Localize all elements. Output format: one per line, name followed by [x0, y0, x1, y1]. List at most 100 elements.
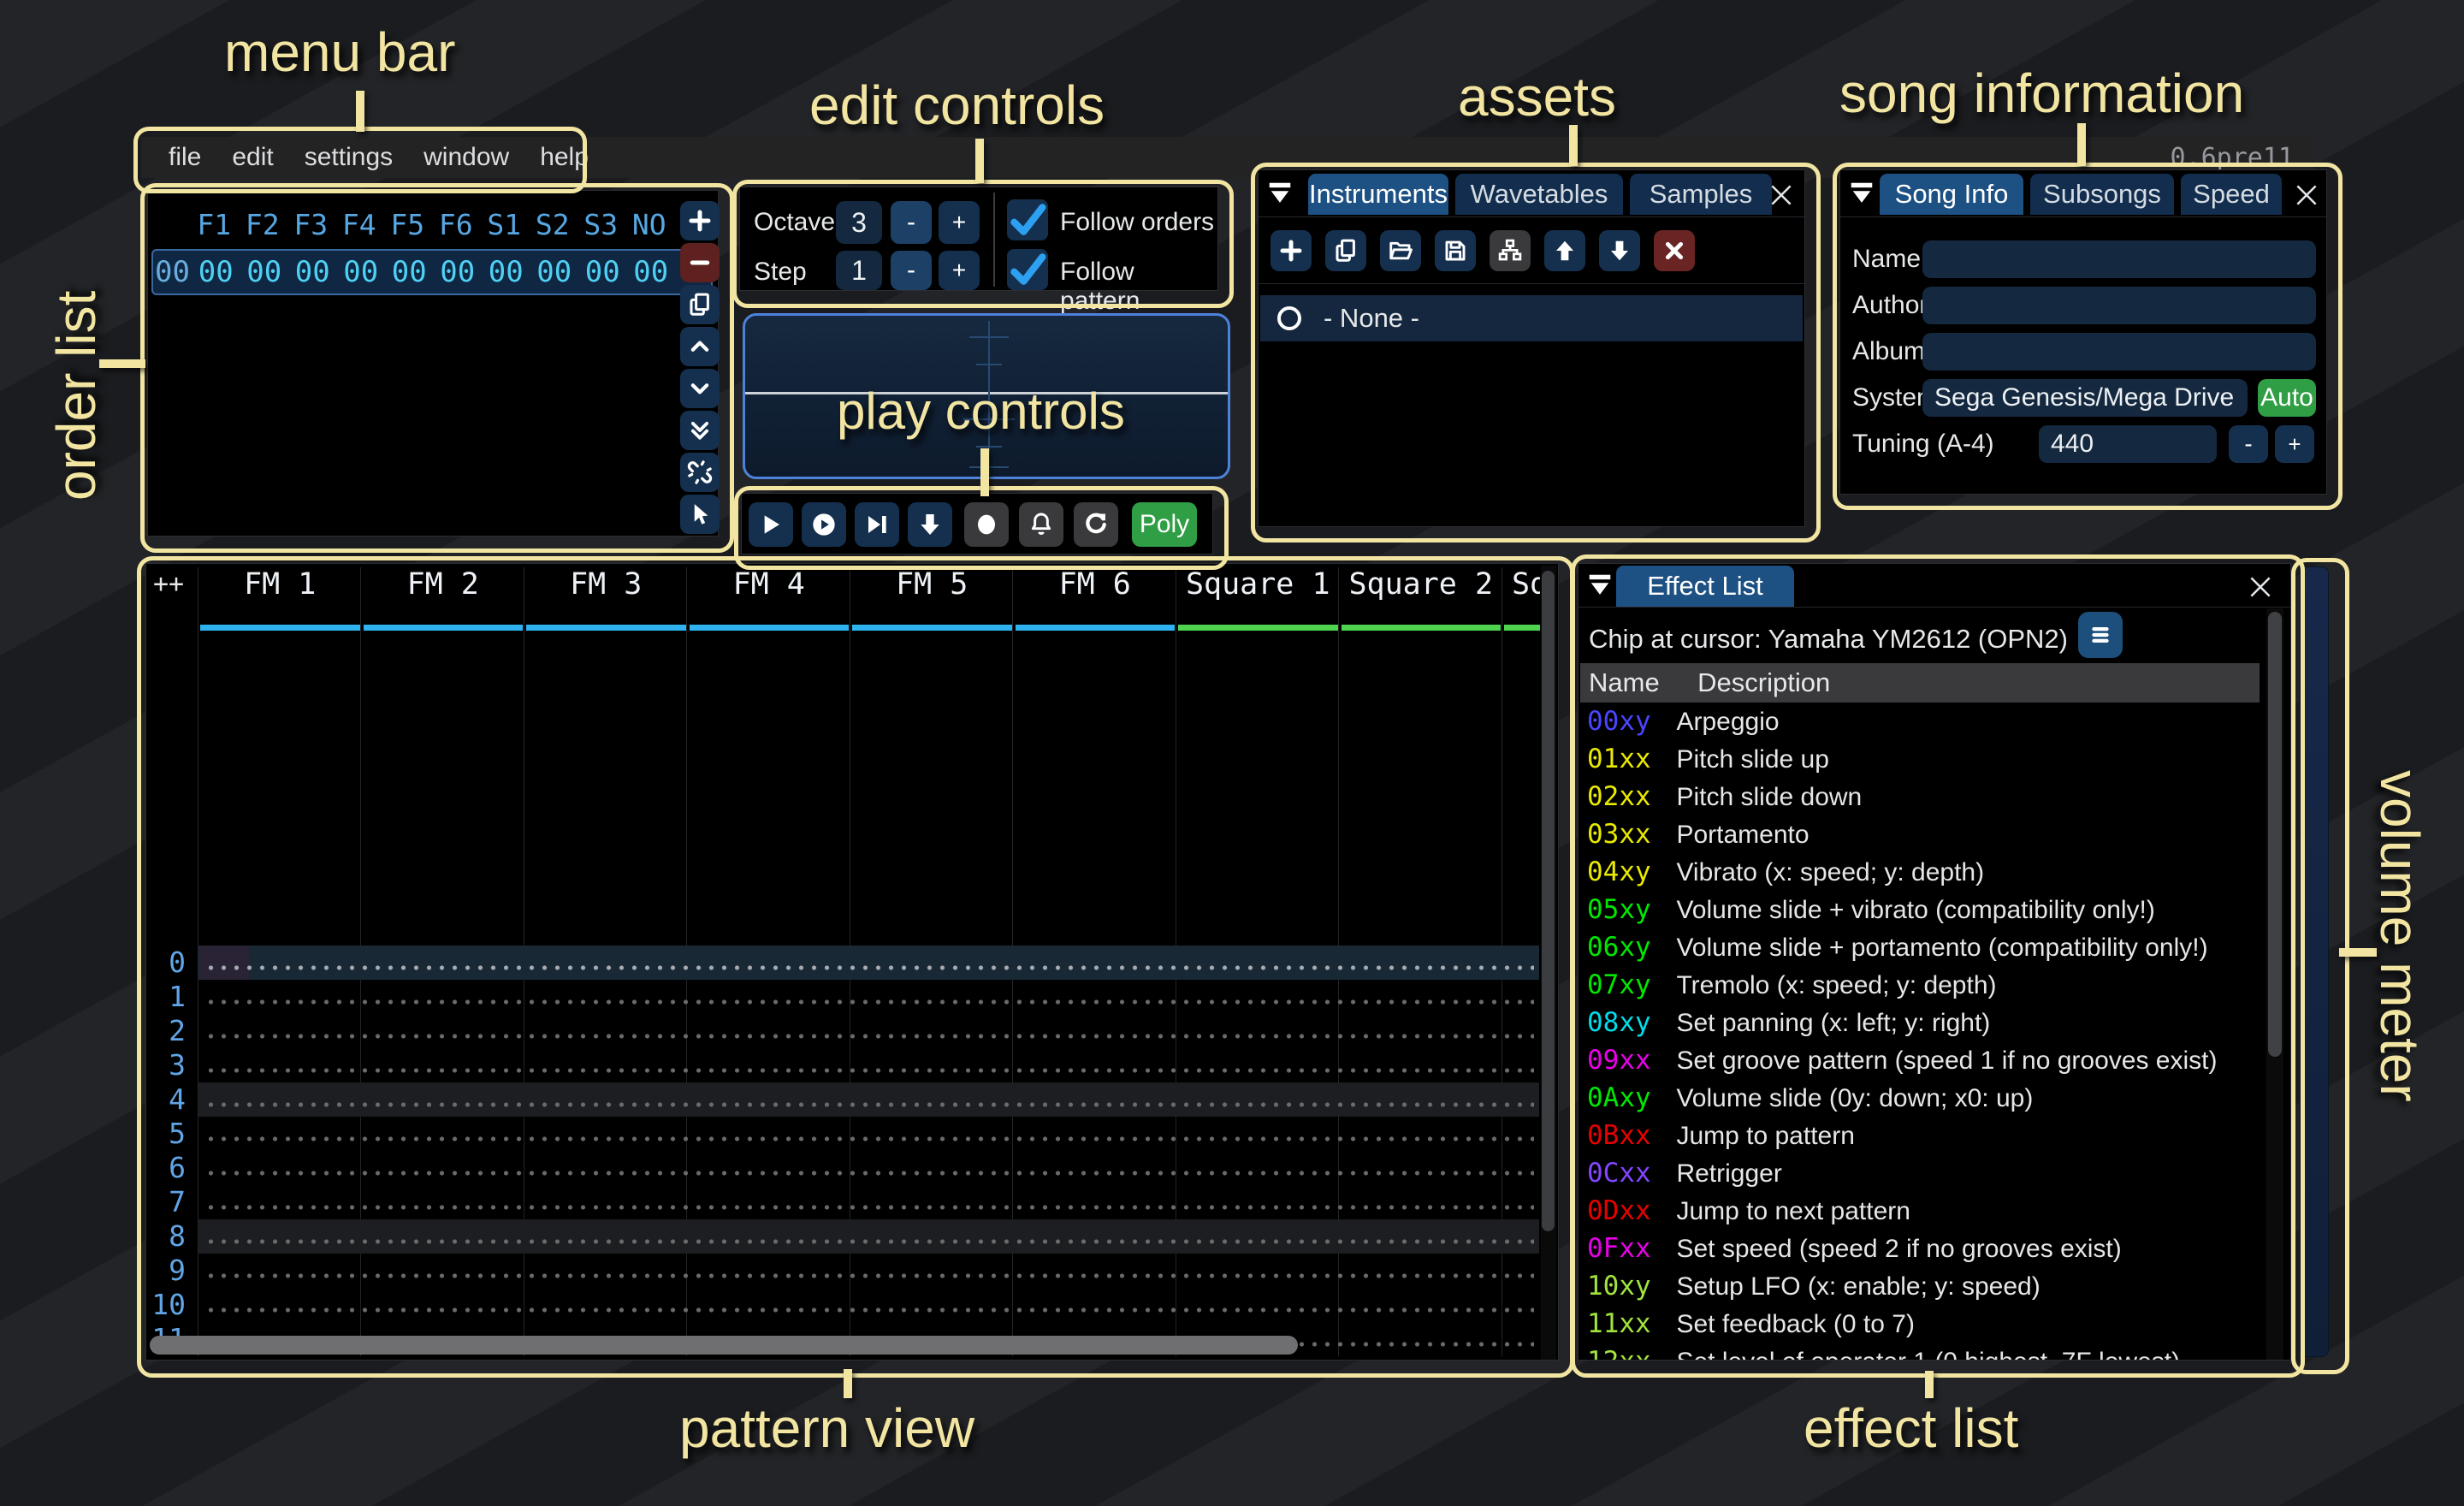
assets-tab[interactable]: Samples: [1630, 174, 1772, 215]
asset-open-button[interactable]: [1380, 230, 1421, 271]
effect-row[interactable]: 03xx Portamento: [1580, 815, 2265, 853]
close-icon[interactable]: [1767, 181, 1796, 210]
order-edit-mode-button[interactable]: [680, 495, 720, 534]
order-column-header[interactable]: NO: [625, 208, 674, 241]
order-remove-button[interactable]: [680, 243, 720, 282]
pattern-row[interactable]: 5: [146, 1117, 1559, 1151]
tuning-field[interactable]: 440: [2039, 425, 2217, 463]
pattern-row[interactable]: 6: [146, 1151, 1559, 1185]
asset-delete-button[interactable]: [1654, 230, 1695, 271]
effect-table-header[interactable]: Name Description: [1580, 663, 2260, 703]
pattern-vscrollbar-handle[interactable]: [1542, 571, 1555, 1231]
effect-row[interactable]: 00xy Arpeggio: [1580, 703, 2265, 740]
asset-add-button[interactable]: [1270, 230, 1312, 271]
assets-tab[interactable]: Instruments: [1308, 174, 1448, 215]
play-from-cursor-button[interactable]: [855, 502, 899, 547]
order-cell[interactable]: 00: [530, 255, 579, 289]
order-cell[interactable]: 00: [627, 255, 676, 289]
order-cell[interactable]: 00: [578, 255, 627, 289]
tuning-decrease-button[interactable]: -: [2229, 425, 2268, 463]
menu-item[interactable]: edit: [216, 143, 288, 172]
play-from-beginning-button[interactable]: [802, 502, 846, 547]
follow-pattern-label[interactable]: Follow pattern: [1060, 258, 1217, 316]
channel-header[interactable]: Square 1: [1176, 564, 1340, 631]
collapse-icon[interactable]: [1265, 181, 1294, 206]
order-cell[interactable]: 00: [385, 255, 434, 289]
effect-scrollbar-handle[interactable]: [2268, 612, 2282, 1057]
channel-header[interactable]: Square 3: [1502, 564, 1540, 631]
pattern-row[interactable]: 7: [146, 1185, 1559, 1219]
system-select[interactable]: Sega Genesis/Mega Drive: [1922, 379, 2248, 417]
order-column-header[interactable]: F1: [190, 208, 239, 241]
effect-row[interactable]: 05xy Volume slide + vibrato (compatibili…: [1580, 891, 2265, 928]
pattern-row[interactable]: 4: [146, 1082, 1559, 1117]
channel-header[interactable]: Square 2: [1340, 564, 1503, 631]
octave-increase-button[interactable]: +: [939, 201, 980, 244]
order-add-button[interactable]: [680, 201, 720, 240]
order-row-selected[interactable]: 00 00000000000000000000: [151, 249, 713, 295]
menu-item[interactable]: settings: [289, 143, 408, 172]
record-button[interactable]: [964, 502, 1009, 547]
step-value[interactable]: 1: [836, 251, 882, 290]
asset-move-up-button[interactable]: [1544, 230, 1585, 271]
song-info-tab[interactable]: Subsongs: [2030, 174, 2174, 215]
order-column-header[interactable]: S3: [577, 208, 625, 241]
effect-list-menu-button[interactable]: [2078, 612, 2123, 658]
collapse-icon[interactable]: [1847, 181, 1876, 206]
pattern-hscrollbar-handle[interactable]: [150, 1336, 1298, 1355]
effect-row[interactable]: 10xy Setup LFO (x: enable; y: speed): [1580, 1267, 2265, 1305]
asset-save-button[interactable]: [1435, 230, 1476, 271]
order-column-header[interactable]: F3: [287, 208, 335, 241]
pattern-corner-button[interactable]: ++: [153, 569, 184, 599]
metronome-button[interactable]: [1019, 502, 1063, 547]
collapse-icon[interactable]: [1585, 572, 1614, 598]
song-info-tab[interactable]: Speed: [2181, 174, 2282, 215]
channel-header[interactable]: FM 1: [198, 564, 362, 631]
order-column-header[interactable]: F4: [335, 208, 384, 241]
effect-row[interactable]: 11xx Set feedback (0 to 7): [1580, 1305, 2265, 1343]
order-cell[interactable]: 00: [337, 255, 386, 289]
pattern-row[interactable]: 1: [146, 980, 1559, 1014]
order-column-header[interactable]: S1: [480, 208, 529, 241]
step-decrease-button[interactable]: -: [891, 251, 932, 290]
menu-item[interactable]: help: [524, 143, 604, 172]
repeat-button[interactable]: [1074, 502, 1118, 547]
effect-row[interactable]: 0Dxx Jump to next pattern: [1580, 1192, 2265, 1230]
effect-row[interactable]: 06xy Volume slide + portamento (compatib…: [1580, 928, 2265, 966]
menu-item[interactable]: file: [153, 143, 216, 172]
channel-header[interactable]: FM 5: [850, 564, 1014, 631]
effect-row[interactable]: 09xx Set groove pattern (speed 1 if no g…: [1580, 1041, 2265, 1079]
order-cell[interactable]: 00: [482, 255, 530, 289]
step-row-button[interactable]: [908, 502, 952, 547]
song-info-tab[interactable]: Song Info: [1880, 174, 2023, 215]
name-field[interactable]: [1922, 240, 2316, 278]
octave-decrease-button[interactable]: -: [891, 201, 932, 244]
order-column-header[interactable]: S2: [529, 208, 578, 241]
pattern-row[interactable]: 9: [146, 1254, 1559, 1288]
order-cell[interactable]: 00: [288, 255, 337, 289]
album-field[interactable]: [1922, 333, 2316, 371]
effect-row[interactable]: 08xy Set panning (x: left; y: right): [1580, 1004, 2265, 1041]
order-cell[interactable]: 00: [434, 255, 483, 289]
octave-value[interactable]: 3: [836, 201, 882, 244]
pattern-row[interactable]: 3: [146, 1048, 1559, 1082]
pattern-row[interactable]: 8: [146, 1219, 1559, 1254]
channel-header[interactable]: FM 6: [1014, 564, 1177, 631]
order-duplicate-button[interactable]: [680, 285, 720, 324]
channel-header[interactable]: FM 3: [524, 564, 688, 631]
order-column-header[interactable]: F6: [432, 208, 481, 241]
poly-button[interactable]: Poly: [1132, 502, 1197, 547]
effect-row[interactable]: 01xx Pitch slide up: [1580, 740, 2265, 778]
effect-list-tab[interactable]: Effect List: [1616, 566, 1794, 607]
pattern-row[interactable]: 10: [146, 1288, 1559, 1322]
effect-row[interactable]: 0Bxx Jump to pattern: [1580, 1117, 2265, 1154]
effect-row[interactable]: 02xx Pitch slide down: [1580, 778, 2265, 815]
step-increase-button[interactable]: +: [939, 251, 980, 290]
effect-row[interactable]: 0Fxx Set speed (speed 2 if no grooves ex…: [1580, 1230, 2265, 1267]
author-field[interactable]: [1922, 287, 2316, 324]
order-deep-clone-button[interactable]: [680, 453, 720, 492]
order-cell[interactable]: 00: [240, 255, 289, 289]
channel-header[interactable]: FM 4: [688, 564, 851, 631]
follow-pattern-checkbox[interactable]: [1007, 249, 1048, 290]
pattern-row[interactable]: 0: [146, 946, 1559, 980]
